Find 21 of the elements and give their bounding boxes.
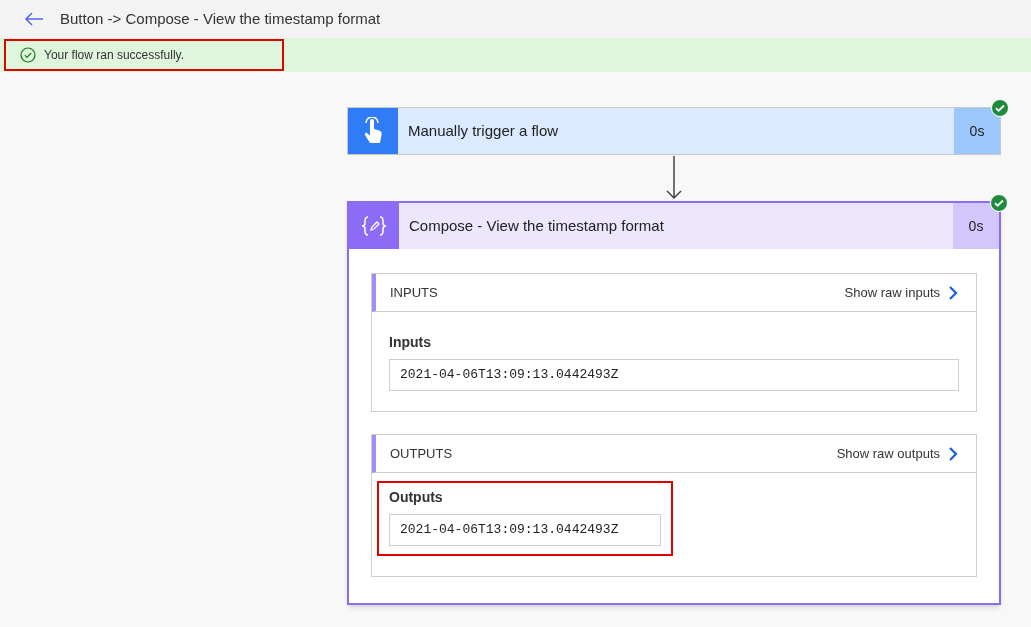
connector-arrow <box>666 156 682 200</box>
show-raw-link[interactable]: Show raw outputs <box>836 443 958 464</box>
field-label: Outputs <box>389 488 444 507</box>
chevron-right-icon <box>948 445 958 462</box>
value-field: 2021-04-06T13:09:13.0442493Z <box>389 359 959 391</box>
chevron-right-icon <box>948 284 958 301</box>
step-title[interactable]: Compose - View the timestamp format <box>399 203 953 249</box>
value-field: 2021-04-06T13:09:13.0442493Z <box>389 514 661 546</box>
step-title[interactable]: Manually trigger a flow <box>398 108 954 154</box>
field-label: Inputs <box>389 333 432 352</box>
check-circle-icon <box>20 47 36 63</box>
step-duration: 0s <box>954 108 1000 154</box>
back-arrow-icon[interactable] <box>24 11 44 27</box>
show-raw-link[interactable]: Show raw inputs <box>844 282 958 303</box>
hand-pointer-icon <box>362 117 384 145</box>
section-heading: OUTPUTS <box>390 444 454 463</box>
success-message: Your flow ran successfully. <box>44 47 185 64</box>
curly-braces-pencil-icon <box>361 215 387 237</box>
step-duration: 0s <box>953 203 999 249</box>
section-heading: INPUTS <box>390 283 439 302</box>
flow-title: Button -> Compose - View the timestamp format <box>60 8 381 29</box>
